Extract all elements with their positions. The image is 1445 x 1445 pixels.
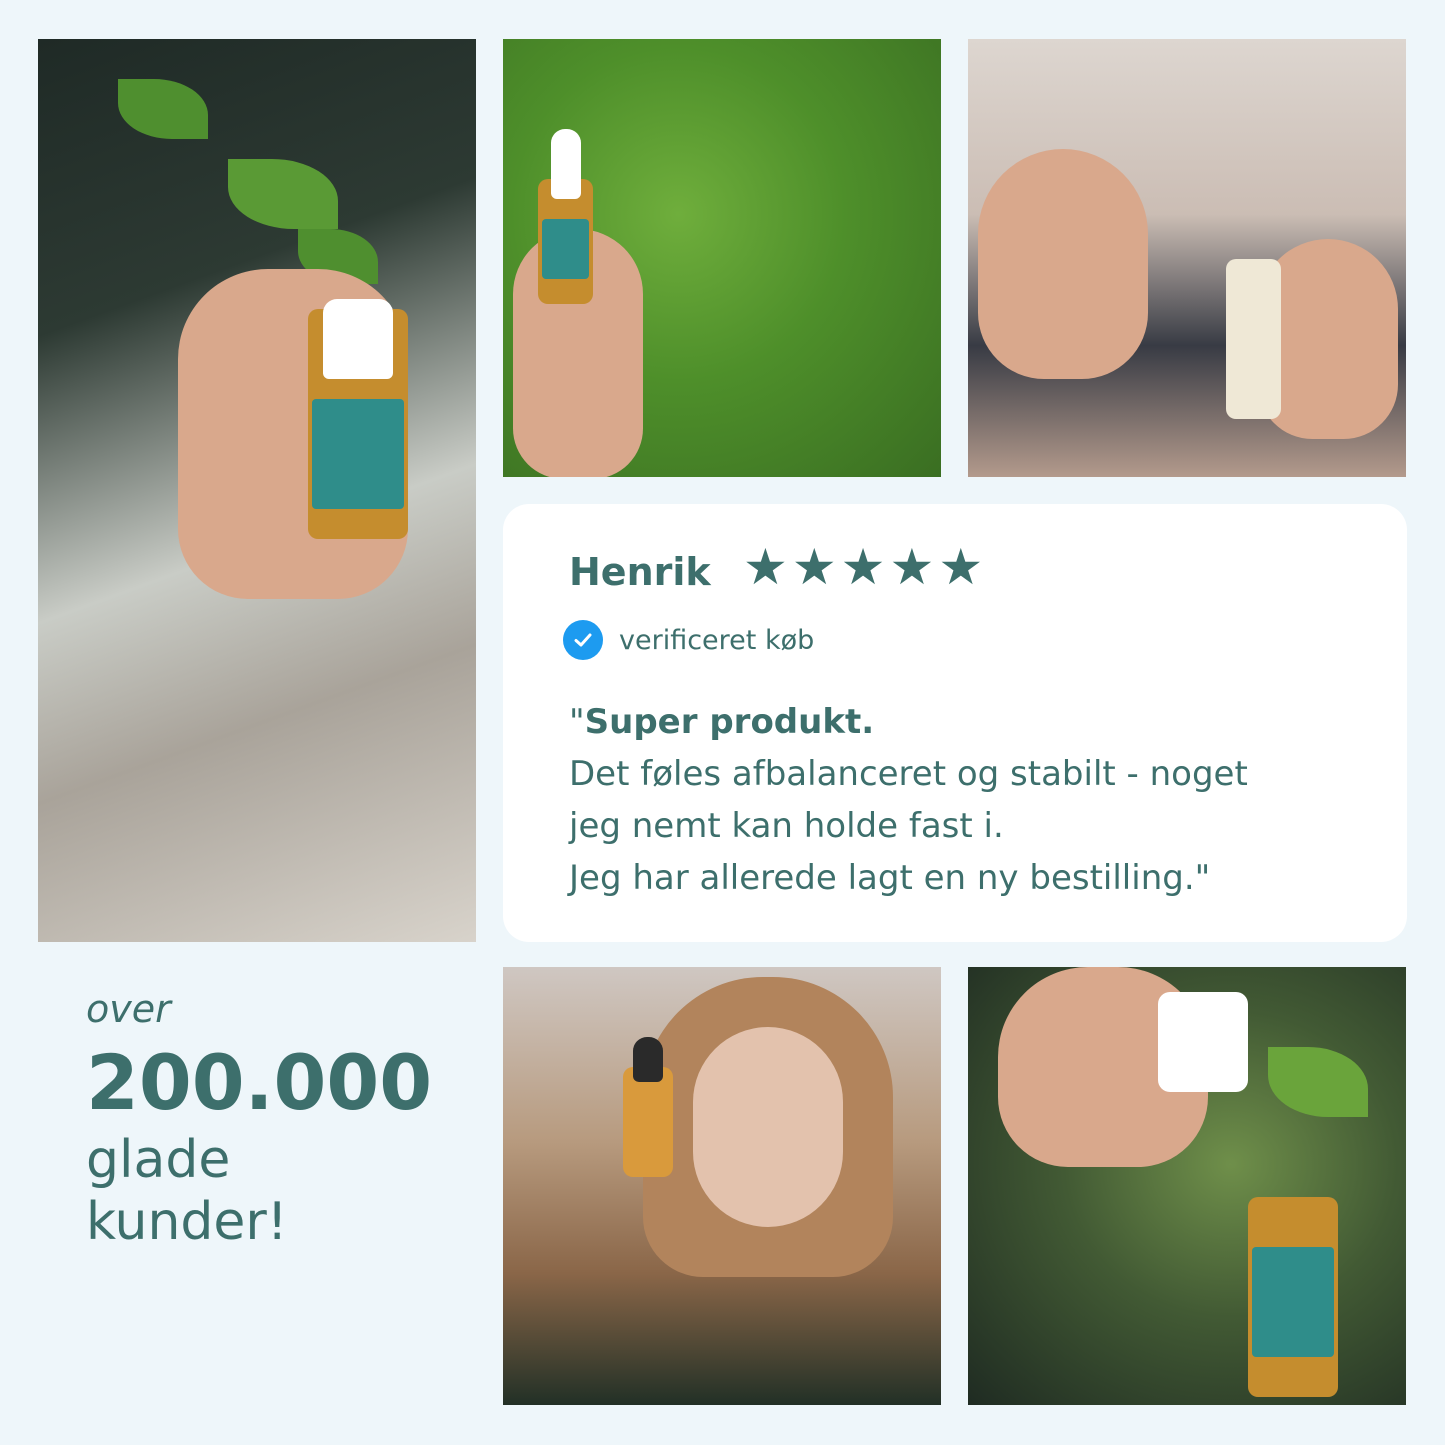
quote-mark: "	[569, 702, 585, 742]
reviewer-name: Henrik	[569, 550, 711, 594]
cbd-bottle	[308, 299, 408, 539]
photo-bottle-on-grass	[503, 39, 941, 477]
cbd-bottle	[538, 129, 593, 304]
star-icon: ★	[791, 538, 837, 596]
review-card: Henrik ★ ★ ★ ★ ★ verificeret køb "Super …	[503, 504, 1407, 942]
hand	[978, 149, 1148, 379]
verified-purchase: verificeret køb	[563, 620, 814, 660]
verified-label: verificeret køb	[619, 624, 815, 656]
plant-leaf	[1268, 1047, 1368, 1117]
star-icon: ★	[840, 538, 886, 596]
stat-prefix: over	[86, 987, 171, 1031]
stat-suffix-line2: kunder!	[86, 1192, 288, 1252]
photo-dropper-over-bottle	[968, 967, 1406, 1405]
photo-woman-holding-bottle	[38, 39, 476, 942]
star-icon: ★	[938, 538, 984, 596]
customer-count: over 200.000 glade kunder!	[86, 985, 432, 1253]
review-body-line: Det føles afbalanceret og stabilt - noge…	[569, 754, 1248, 794]
stat-number: 200.000	[86, 1038, 433, 1127]
face	[693, 1027, 843, 1227]
plant-leaf	[118, 79, 208, 139]
star-icon: ★	[889, 538, 935, 596]
star-icon: ★	[743, 538, 788, 596]
photo-hands-with-dropper	[968, 39, 1406, 477]
review-body-line: Jeg har allerede lagt en ny bestilling."	[569, 858, 1211, 898]
review-body-line: jeg nemt kan holde fast i.	[569, 806, 1004, 846]
hemp-oil-bottle	[1226, 259, 1281, 419]
review-headline: Super produkt.	[584, 702, 875, 742]
plant-leaf	[228, 159, 338, 229]
cbd-bottle	[623, 1037, 673, 1177]
review-quote: "Super produkt. Det føles afbalanceret o…	[569, 696, 1369, 904]
star-rating: ★ ★ ★ ★ ★	[743, 542, 983, 592]
dropper-cap	[1158, 992, 1248, 1092]
cbd-bottle	[1248, 1197, 1338, 1397]
stat-suffix-line1: glade	[86, 1130, 231, 1190]
verified-check-icon	[563, 620, 603, 660]
photo-woman-selfie	[503, 967, 941, 1405]
